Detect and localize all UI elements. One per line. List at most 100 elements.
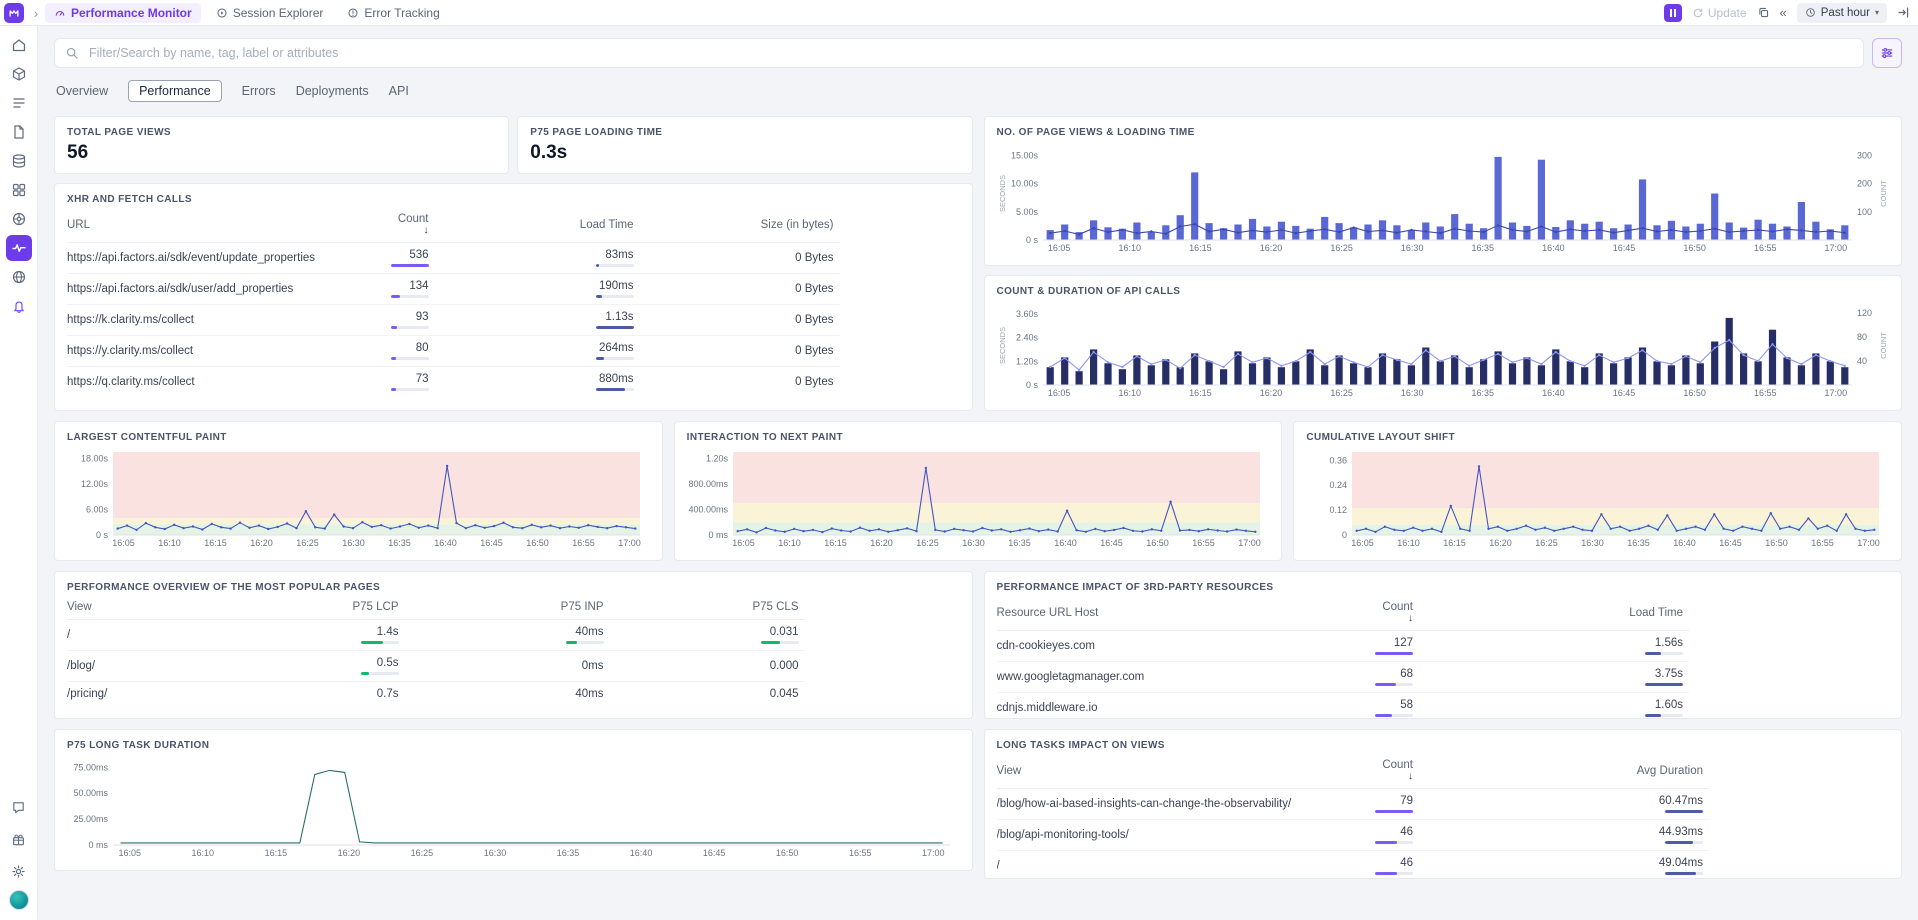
progress-bar	[596, 326, 634, 329]
p75-loading-time-value: 0.3s	[530, 142, 959, 164]
search-bar[interactable]	[54, 38, 1864, 68]
svg-text:0.12: 0.12	[1330, 505, 1348, 515]
cls-chart[interactable]: 00.120.240.3616:0516:1016:1516:2016:2516…	[1306, 447, 1889, 550]
user-avatar[interactable]	[9, 890, 29, 910]
table-row[interactable]: /4649.04ms	[997, 851, 1710, 879]
progress-bar	[596, 357, 634, 360]
svg-text:0 ms: 0 ms	[88, 840, 108, 850]
inp-chart[interactable]: 0 ms400.00ms800.00ms1.20s16:0516:1016:15…	[687, 447, 1270, 550]
time-range-dropdown[interactable]: Past hour ▾	[1797, 3, 1887, 23]
card-title: P75 PAGE LOADING TIME	[530, 127, 959, 138]
column-header[interactable]: Count ↓	[1289, 601, 1419, 624]
svg-text:6.00s: 6.00s	[86, 504, 109, 514]
table-row[interactable]: cdnjs.middleware.io581.60s	[997, 693, 1690, 719]
svg-text:10.00s: 10.00s	[1010, 179, 1038, 189]
table-cell: 1.4s	[235, 626, 405, 644]
middleware-logo[interactable]	[4, 3, 24, 23]
svg-text:120: 120	[1857, 308, 1872, 318]
advanced-filter-button[interactable]	[1872, 38, 1902, 68]
table-row[interactable]: /blog/how-ai-based-insights-can-change-t…	[997, 789, 1710, 820]
xhr-fetch-calls-card: XHR AND FETCH CALLS URLCount ↓Load TimeS…	[54, 183, 973, 411]
svg-text:16:05: 16:05	[1047, 388, 1070, 398]
cell-text: 0.000	[770, 660, 799, 672]
sidebar-item-infrastructure[interactable]	[6, 61, 32, 87]
cell-text: https://api.factors.ai/sdk/event/update_…	[67, 252, 315, 264]
sidebar-expand-icon[interactable]: ›	[29, 6, 43, 20]
table-row[interactable]: /1.4s40ms0.031	[67, 620, 805, 651]
table-row[interactable]: /blog/0.5s0ms0.000	[67, 651, 805, 682]
long-task-chart[interactable]: 0 ms25.00ms50.00ms75.00ms16:0516:1016:15…	[67, 755, 960, 860]
tab-api[interactable]: API	[389, 81, 409, 101]
table-row[interactable]: https://k.clarity.ms/collect931.13s0 Byt…	[67, 305, 840, 336]
progress-bar	[1375, 841, 1413, 844]
svg-text:16:35: 16:35	[388, 538, 411, 548]
sidebar-item-kubernetes[interactable]	[6, 206, 32, 232]
table-row[interactable]: https://api.factors.ai/sdk/user/add_prop…	[67, 274, 840, 305]
api-calls-chart[interactable]: 0 s1.20s2.40s3.60s408012016:0516:1016:15…	[997, 301, 1890, 400]
column-header[interactable]: Count ↓	[1299, 759, 1419, 782]
search-input[interactable]	[87, 45, 1853, 61]
page-views-chart[interactable]: 0 s5.00s10.00s15.00s10020030016:0516:101…	[997, 142, 1890, 255]
table-row[interactable]: cdn-cookieyes.com1271.56s	[997, 631, 1690, 662]
table-header: ViewP75 LCPP75 INPP75 CLS	[67, 597, 805, 620]
panel-collapse-icon[interactable]	[1897, 6, 1910, 19]
sidebar-item-synthetic-monitoring[interactable]	[6, 264, 32, 290]
progress-bar	[1375, 872, 1413, 875]
table-row[interactable]: www.googletagmanager.com683.75s	[997, 662, 1690, 693]
sort-desc-icon[interactable]: ↓	[1408, 771, 1413, 782]
progress-bar	[391, 264, 429, 267]
tab-performance[interactable]: Performance	[128, 80, 222, 102]
home-icon	[11, 37, 27, 53]
cell-text: 40ms	[575, 688, 603, 700]
tab-label: Performance Monitor	[71, 6, 192, 20]
table-row[interactable]: https://api.factors.ai/sdk/event/update_…	[67, 243, 840, 274]
pause-button[interactable]	[1664, 4, 1682, 22]
sidebar-item-dashboards[interactable]	[6, 177, 32, 203]
session-explorer-icon	[216, 7, 228, 19]
svg-text:2.40s: 2.40s	[1015, 333, 1038, 343]
update-button[interactable]: Update	[1692, 6, 1747, 20]
table-row[interactable]: https://q.clarity.ms/collect73880ms0 Byt…	[67, 367, 840, 397]
table-header: Resource URL HostCount ↓Load Time	[997, 597, 1690, 631]
tab-deployments[interactable]: Deployments	[296, 81, 369, 101]
settings-button[interactable]	[6, 858, 32, 884]
sidebar-item-home[interactable]	[6, 32, 32, 58]
sidebar-item-database[interactable]	[6, 148, 32, 174]
sidebar-item-alerts[interactable]	[6, 293, 32, 319]
svg-text:17:00: 17:00	[1824, 388, 1847, 398]
svg-text:SECONDS: SECONDS	[998, 175, 1007, 212]
table-row[interactable]: /blog/api-monitoring-tools/4644.93ms	[997, 820, 1710, 851]
help-button[interactable]	[6, 794, 32, 820]
sidebar-item-apm[interactable]	[6, 119, 32, 145]
tab-overview[interactable]: Overview	[56, 81, 108, 101]
cell-text: 68	[1400, 668, 1413, 680]
table-cell: 127	[1289, 637, 1419, 655]
tab-errors[interactable]: Errors	[242, 81, 276, 101]
sort-desc-icon[interactable]: ↓	[1408, 613, 1413, 624]
copy-icon[interactable]	[1757, 6, 1770, 19]
progress-bar	[761, 641, 799, 644]
sort-desc-icon[interactable]: ↓	[424, 225, 429, 236]
popular-pages-table: ViewP75 LCPP75 INPP75 CLS/1.4s40ms0.031/…	[67, 597, 960, 706]
card-title: PERFORMANCE IMPACT OF 3RD-PARTY RESOURCE…	[997, 582, 1890, 593]
svg-text:COUNT: COUNT	[1879, 332, 1888, 359]
update-label: Update	[1708, 6, 1747, 20]
cell-text: /blog/api-monitoring-tools/	[997, 829, 1129, 841]
table-row[interactable]: https://y.clarity.ms/collect80264ms0 Byt…	[67, 336, 840, 367]
table-cell: https://y.clarity.ms/collect	[67, 345, 345, 357]
table-row[interactable]: /pricing/0.7s40ms0.045	[67, 682, 805, 706]
column-header[interactable]: Count ↓	[345, 213, 435, 236]
tab-performance-monitor[interactable]: Performance Monitor	[45, 3, 201, 23]
sidebar-item-rum[interactable]	[6, 235, 32, 261]
progress-bar	[391, 295, 429, 298]
progress-bar	[596, 264, 634, 267]
table-cell: 60.47ms	[1419, 795, 1709, 813]
collapse-left-icon[interactable]: «	[1780, 6, 1787, 19]
tab-session-explorer[interactable]: Session Explorer	[207, 3, 333, 23]
sidebar-item-logs[interactable]	[6, 90, 32, 116]
tab-error-tracking[interactable]: Error Tracking	[338, 3, 448, 23]
cell-text: /blog/	[67, 660, 95, 672]
lcp-chart[interactable]: 0 s6.00s12.00s18.00s16:0516:1016:1516:20…	[67, 447, 650, 550]
search-icon	[65, 46, 79, 60]
whats-new-button[interactable]	[6, 826, 32, 852]
